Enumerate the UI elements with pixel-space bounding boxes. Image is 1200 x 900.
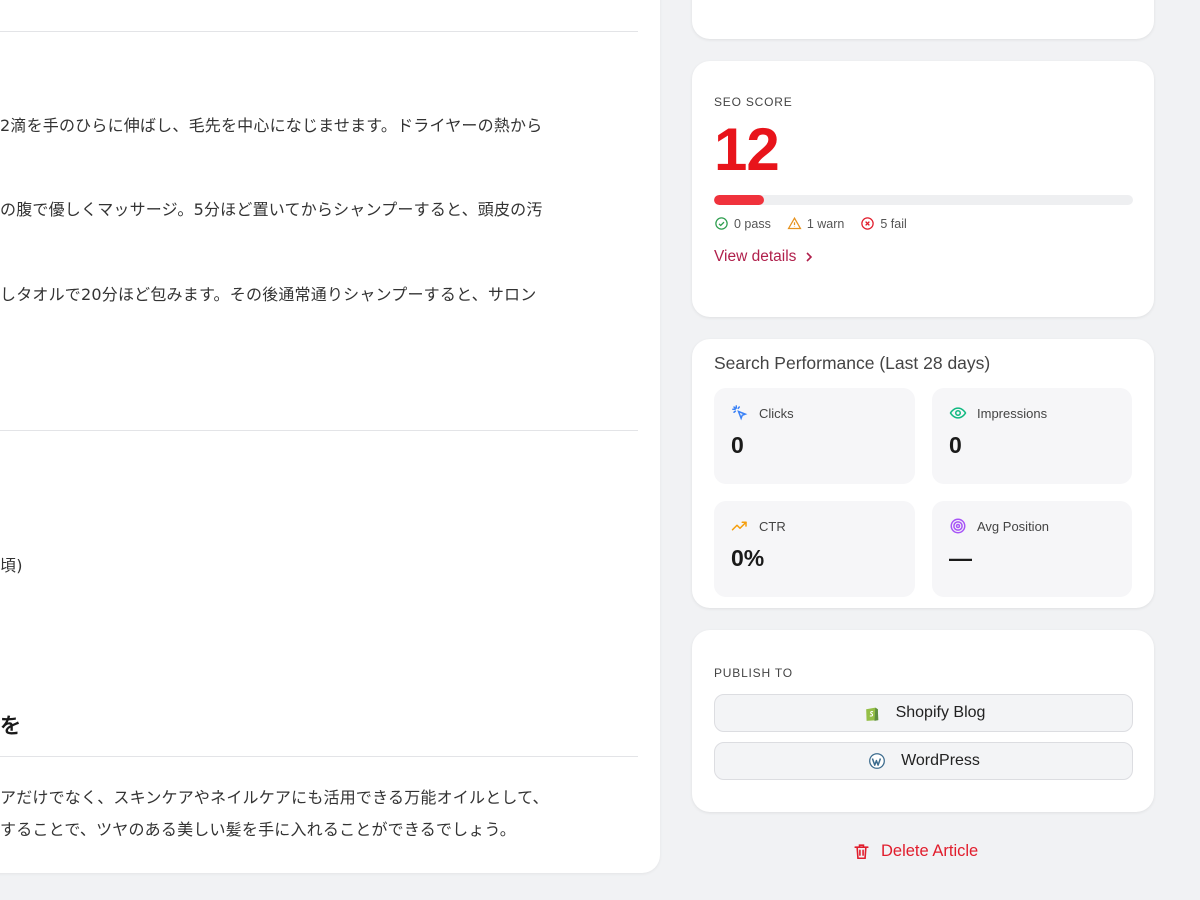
search-performance-title: Search Performance (Last 28 days)	[714, 353, 991, 373]
article-text-line: しタオルで20分ほど包みます。その後通常通りシャンプーすると、サロン	[0, 285, 537, 304]
trending-up-icon	[731, 521, 747, 531]
metric-value: 0	[949, 432, 962, 458]
seo-score-label: SEO SCORE	[714, 95, 793, 109]
seo-check-summary: 0 pass 1 warn 5 fail	[714, 216, 1132, 231]
divider	[0, 756, 638, 757]
metric-value: 0%	[731, 545, 765, 571]
metric-impressions: Impressions 0	[932, 388, 1132, 484]
publish-to-label: PUBLISH TO	[714, 666, 793, 680]
eye-icon	[949, 407, 967, 419]
pass-label: 0 pass	[734, 216, 771, 231]
divider	[0, 31, 638, 32]
delete-article-button[interactable]: Delete Article	[852, 842, 978, 861]
metric-clicks: Clicks 0	[714, 388, 915, 484]
publish-shopify-button[interactable]: Shopify Blog	[714, 694, 1133, 732]
fail-count: 5 fail	[860, 216, 907, 231]
article-text-line: アだけでなく、スキンケアやネイルケアにも活用できる万能オイルとして、	[0, 788, 549, 807]
shopify-bag-icon	[865, 707, 878, 721]
pass-count: 0 pass	[714, 216, 771, 231]
delete-article-label: Delete Article	[881, 842, 979, 860]
seo-progress-fill	[714, 195, 765, 205]
wordpress-icon	[869, 753, 885, 769]
chevron-right-icon	[806, 252, 813, 262]
article-text-line: 2滴を手のひらに伸ばし、毛先を中心になじませます。ドライヤーの熱から	[0, 116, 543, 135]
trash-icon	[854, 844, 869, 860]
check-circle-icon	[715, 217, 728, 230]
cursor-click-icon	[732, 405, 748, 421]
divider	[0, 430, 638, 431]
warn-count: 1 warn	[787, 216, 845, 231]
view-details-link[interactable]: View details	[714, 248, 814, 266]
metric-label: Clicks	[759, 405, 794, 421]
seo-score-value: 12	[714, 116, 780, 183]
wordpress-label: WordPress	[901, 752, 980, 769]
x-circle-icon	[861, 217, 875, 230]
publish-card: PUBLISH TO Shopify Blog WordPress	[692, 630, 1154, 812]
stats-card	[692, 0, 1154, 39]
metric-label: Impressions	[977, 405, 1048, 421]
article-text-line: の腹で優しくマッサージ。5分ほど置いてからシャンプーすると、頭皮の汚	[0, 200, 543, 219]
seo-progress-bar	[714, 195, 1133, 205]
metric-value: 0	[731, 432, 744, 458]
metric-label: Avg Position	[977, 518, 1050, 534]
metric-value: —	[949, 545, 972, 571]
metric-label: CTR	[759, 518, 786, 534]
warning-triangle-icon	[787, 216, 802, 230]
search-performance-card: Search Performance (Last 28 days) Clicks…	[692, 339, 1154, 608]
metric-avg-position: Avg Position —	[932, 501, 1132, 597]
metrics-grid: Clicks 0 Impressions 0 CTR 0% Avg Positi…	[714, 388, 1132, 597]
warn-label: 1 warn	[806, 216, 845, 231]
target-icon	[950, 518, 966, 534]
section-heading: を	[0, 714, 21, 738]
metric-ctr: CTR 0%	[714, 501, 915, 597]
seo-score-card: SEO SCORE 12 0 pass 1 warn 5 fail View d…	[692, 61, 1154, 317]
article-text-line: することで、ツヤのある美しい髪を手に入れることができるでしょう。	[0, 820, 517, 839]
shopify-label: Shopify Blog	[895, 704, 986, 721]
fail-label: 5 fail	[880, 216, 907, 231]
publish-wordpress-button[interactable]: WordPress	[714, 742, 1133, 780]
article-content-panel: 2滴を手のひらに伸ばし、毛先を中心になじませます。ドライヤーの熱から の腹で優し…	[0, 0, 660, 873]
article-text-line: 頃)	[0, 556, 23, 575]
view-details-label: View details	[714, 248, 797, 265]
